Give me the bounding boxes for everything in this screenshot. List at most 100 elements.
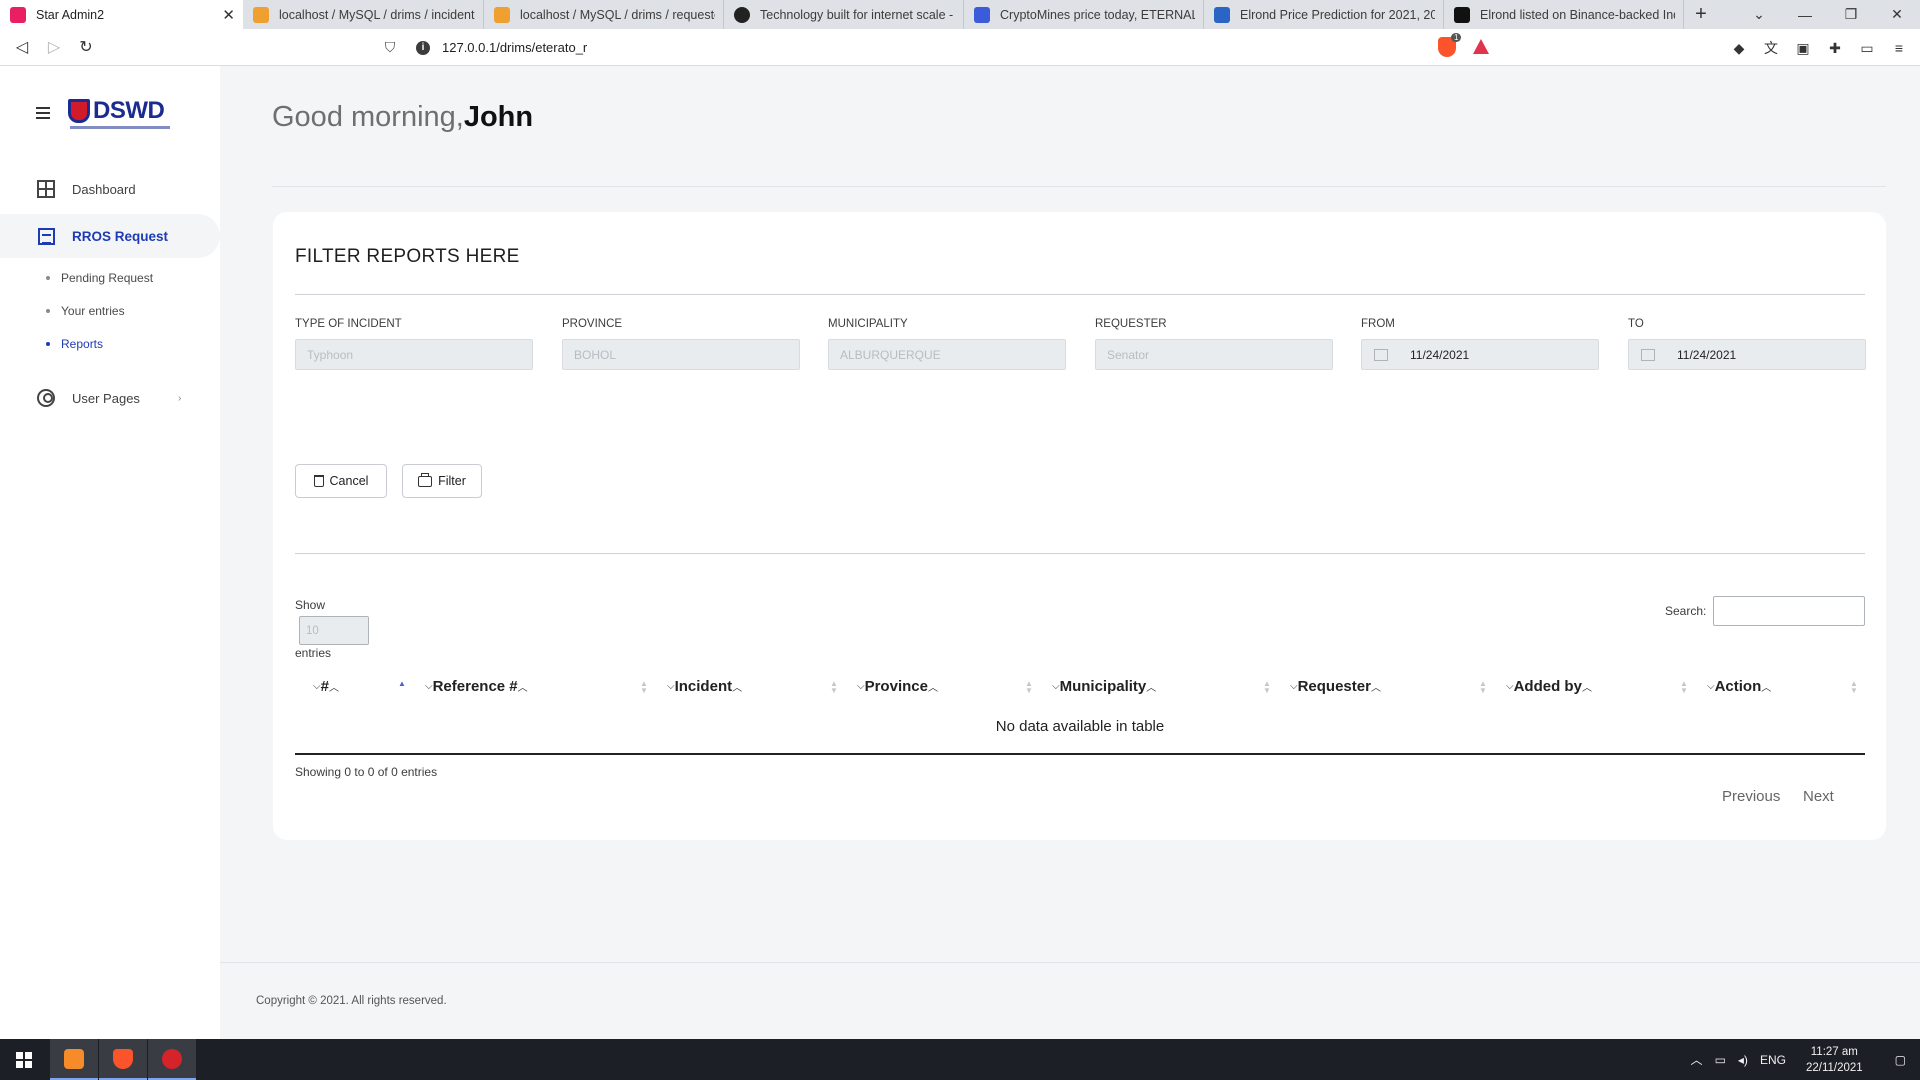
grid-icon xyxy=(36,179,56,199)
greeting-text: Good morning, xyxy=(272,101,464,133)
column-header-reference[interactable]: ⌵ Reference # ︿ xyxy=(425,678,528,695)
sidebar-item-label: User Pages xyxy=(72,390,140,406)
from-date-field: FROM 11/24/2021 xyxy=(1361,318,1599,370)
restore-icon[interactable]: ❐ xyxy=(1828,0,1874,29)
wallet-icon[interactable]: ▭ xyxy=(1856,37,1878,59)
previous-page-button[interactable]: Previous xyxy=(1722,788,1780,805)
next-page-button[interactable]: Next xyxy=(1803,788,1834,805)
sidebar-subitem-your-entries[interactable]: Your entries xyxy=(46,304,125,318)
calendar-icon xyxy=(1641,348,1655,361)
show-hidden-icons-chevron-icon[interactable]: ︿ xyxy=(1691,1051,1703,1068)
column-header-number[interactable]: ⌵ # ︿ xyxy=(313,678,339,695)
requester-input[interactable]: Senator xyxy=(1095,339,1333,370)
to-date-input[interactable]: 11/24/2021 xyxy=(1628,339,1866,370)
tab-title: CryptoMines price today, ETERNAL to xyxy=(1000,7,1195,22)
browser-tab-mysql-incident[interactable]: localhost / MySQL / drims / incident | xyxy=(243,0,484,29)
search-label: Search: xyxy=(1665,604,1707,618)
entries-length-select[interactable]: 10 xyxy=(299,616,369,645)
extensions-puzzle-icon[interactable]: ✚ xyxy=(1824,37,1846,59)
notifications-icon[interactable]: ▢ xyxy=(1895,1053,1906,1067)
close-window-icon[interactable]: ✕ xyxy=(1874,0,1920,29)
trash-icon xyxy=(313,475,324,487)
logo-text: DSWD xyxy=(93,97,165,124)
browser-tab-cryptomines[interactable]: CryptoMines price today, ETERNAL to xyxy=(964,0,1204,29)
type-of-incident-field: TYPE OF INCIDENT Typhoon xyxy=(295,318,533,370)
url-field[interactable]: i 127.0.0.1/drims/eterato_r xyxy=(416,33,1498,62)
browser-tab-technology[interactable]: Technology built for internet scale - El xyxy=(724,0,964,29)
address-bar: ⛉ i 127.0.0.1/drims/eterato_r xyxy=(378,33,1498,62)
column-header-municipality[interactable]: ⌵ Municipality ︿ xyxy=(1052,678,1156,695)
column-header-province[interactable]: ⌵ Province ︿ xyxy=(857,678,938,695)
column-header-label: Incident xyxy=(674,678,733,695)
phpmyadmin-favicon-icon xyxy=(253,6,269,23)
translate-icon[interactable]: 文 xyxy=(1760,37,1782,59)
folder-icon xyxy=(418,472,433,487)
reload-icon[interactable]: ↻ xyxy=(70,31,102,63)
sidebar-item-rros-request[interactable]: RROS Request xyxy=(0,214,220,258)
cancel-button[interactable]: Cancel xyxy=(295,464,387,498)
volume-icon[interactable]: ◂) xyxy=(1738,1053,1748,1067)
entries-label: entries xyxy=(295,646,332,660)
sidebar-subitem-label: Pending Request xyxy=(61,271,154,285)
province-input[interactable]: BOHOL xyxy=(562,339,800,370)
back-icon[interactable]: ◁ xyxy=(6,31,38,63)
user-name: John xyxy=(463,101,534,133)
field-label: TYPE OF INCIDENT xyxy=(295,318,402,330)
forward-icon[interactable]: ▷ xyxy=(38,31,70,63)
minimize-icon[interactable]: — xyxy=(1782,0,1828,29)
network-icon[interactable]: ▭ xyxy=(1715,1053,1726,1067)
hamburger-menu-icon[interactable] xyxy=(36,107,50,122)
date-value: 11/24/2021 xyxy=(1677,347,1737,362)
from-date-input[interactable]: 11/24/2021 xyxy=(1361,339,1599,370)
footer-divider xyxy=(220,962,1920,963)
bookmark-icon[interactable]: ⛉ xyxy=(378,39,402,56)
brave-browser-icon xyxy=(113,1048,133,1069)
tab-title: localhost / MySQL / drims / requester xyxy=(520,7,715,22)
taskbar-brave-browser[interactable] xyxy=(99,1039,147,1080)
browser-tab-mysql-requester[interactable]: localhost / MySQL / drims / requester xyxy=(484,0,724,29)
table-search-input[interactable] xyxy=(1713,596,1865,626)
brave-rewards-icon[interactable] xyxy=(1473,39,1489,54)
taskbar-pusher-app[interactable] xyxy=(148,1039,196,1080)
browser-tab-elrond-prediction[interactable]: Elrond Price Prediction for 2021, 2022 xyxy=(1204,0,1444,29)
column-header-incident[interactable]: ⌵ Incident ︿ xyxy=(667,678,742,695)
language-indicator[interactable]: ENG xyxy=(1760,1053,1786,1067)
sort-icon: ▲ ▼ xyxy=(830,679,838,695)
sort-icon: ▲ ▼ xyxy=(1025,679,1033,695)
taskbar-clock[interactable]: 11:27 am 22/11/2021 xyxy=(1806,1044,1863,1076)
clock-date: 22/11/2021 xyxy=(1805,1061,1863,1074)
column-header-requester[interactable]: ⌵ Requester ︿ xyxy=(1290,678,1381,695)
type-of-incident-input[interactable]: Typhoon xyxy=(295,339,533,370)
browser-tab-elrond-binance[interactable]: Elrond listed on Binance-backed India xyxy=(1444,0,1684,29)
divider xyxy=(295,553,1865,554)
site-info-icon[interactable]: i xyxy=(416,40,430,55)
app-area: DSWD Dashboard RROS Request Pending Requ… xyxy=(0,66,1920,1039)
column-header-action[interactable]: ⌵ Action ︿ xyxy=(1707,678,1771,695)
extension-icons: ◆ 文 ▣ ✚ ▭ ≡ xyxy=(1728,37,1910,59)
sidebar-item-user-pages[interactable]: User Pages › xyxy=(0,376,220,420)
tab-search-icon[interactable]: ⌄ xyxy=(1736,0,1782,29)
url-text: 127.0.0.1/drims/eterato_r xyxy=(442,40,588,55)
tab-title: Star Admin2 xyxy=(36,7,105,22)
show-label: Show xyxy=(295,598,326,612)
taskbar-sublime-text[interactable] xyxy=(50,1039,98,1080)
sort-icon: ▲ ▼ xyxy=(640,679,648,695)
sidebar-subitem-pending-request[interactable]: Pending Request xyxy=(46,271,153,285)
column-header-added-by[interactable]: ⌵ Added by ︿ xyxy=(1506,678,1592,695)
divider xyxy=(295,294,1865,295)
column-header-label: Reference # xyxy=(432,678,518,695)
windows-start-icon[interactable] xyxy=(16,1052,32,1068)
camera-extension-icon[interactable]: ▣ xyxy=(1792,37,1814,59)
star-admin-favicon-icon xyxy=(10,6,26,23)
municipality-input[interactable]: ALBURQUERQUE xyxy=(828,339,1066,370)
new-tab-button[interactable]: + xyxy=(1684,0,1718,29)
extension-wallet-icon[interactable]: ◆ xyxy=(1728,37,1750,59)
field-label: REQUESTER xyxy=(1095,318,1167,330)
dswd-shield-icon xyxy=(68,99,90,123)
menu-icon[interactable]: ≡ xyxy=(1888,37,1910,59)
close-tab-icon[interactable]: ✕ xyxy=(222,6,235,24)
filter-button[interactable]: Filter xyxy=(402,464,482,498)
sidebar-item-dashboard[interactable]: Dashboard xyxy=(0,167,220,211)
sidebar-subitem-reports[interactable]: Reports xyxy=(46,337,103,351)
browser-tab-star-admin[interactable]: Star Admin2 ✕ xyxy=(0,0,243,29)
